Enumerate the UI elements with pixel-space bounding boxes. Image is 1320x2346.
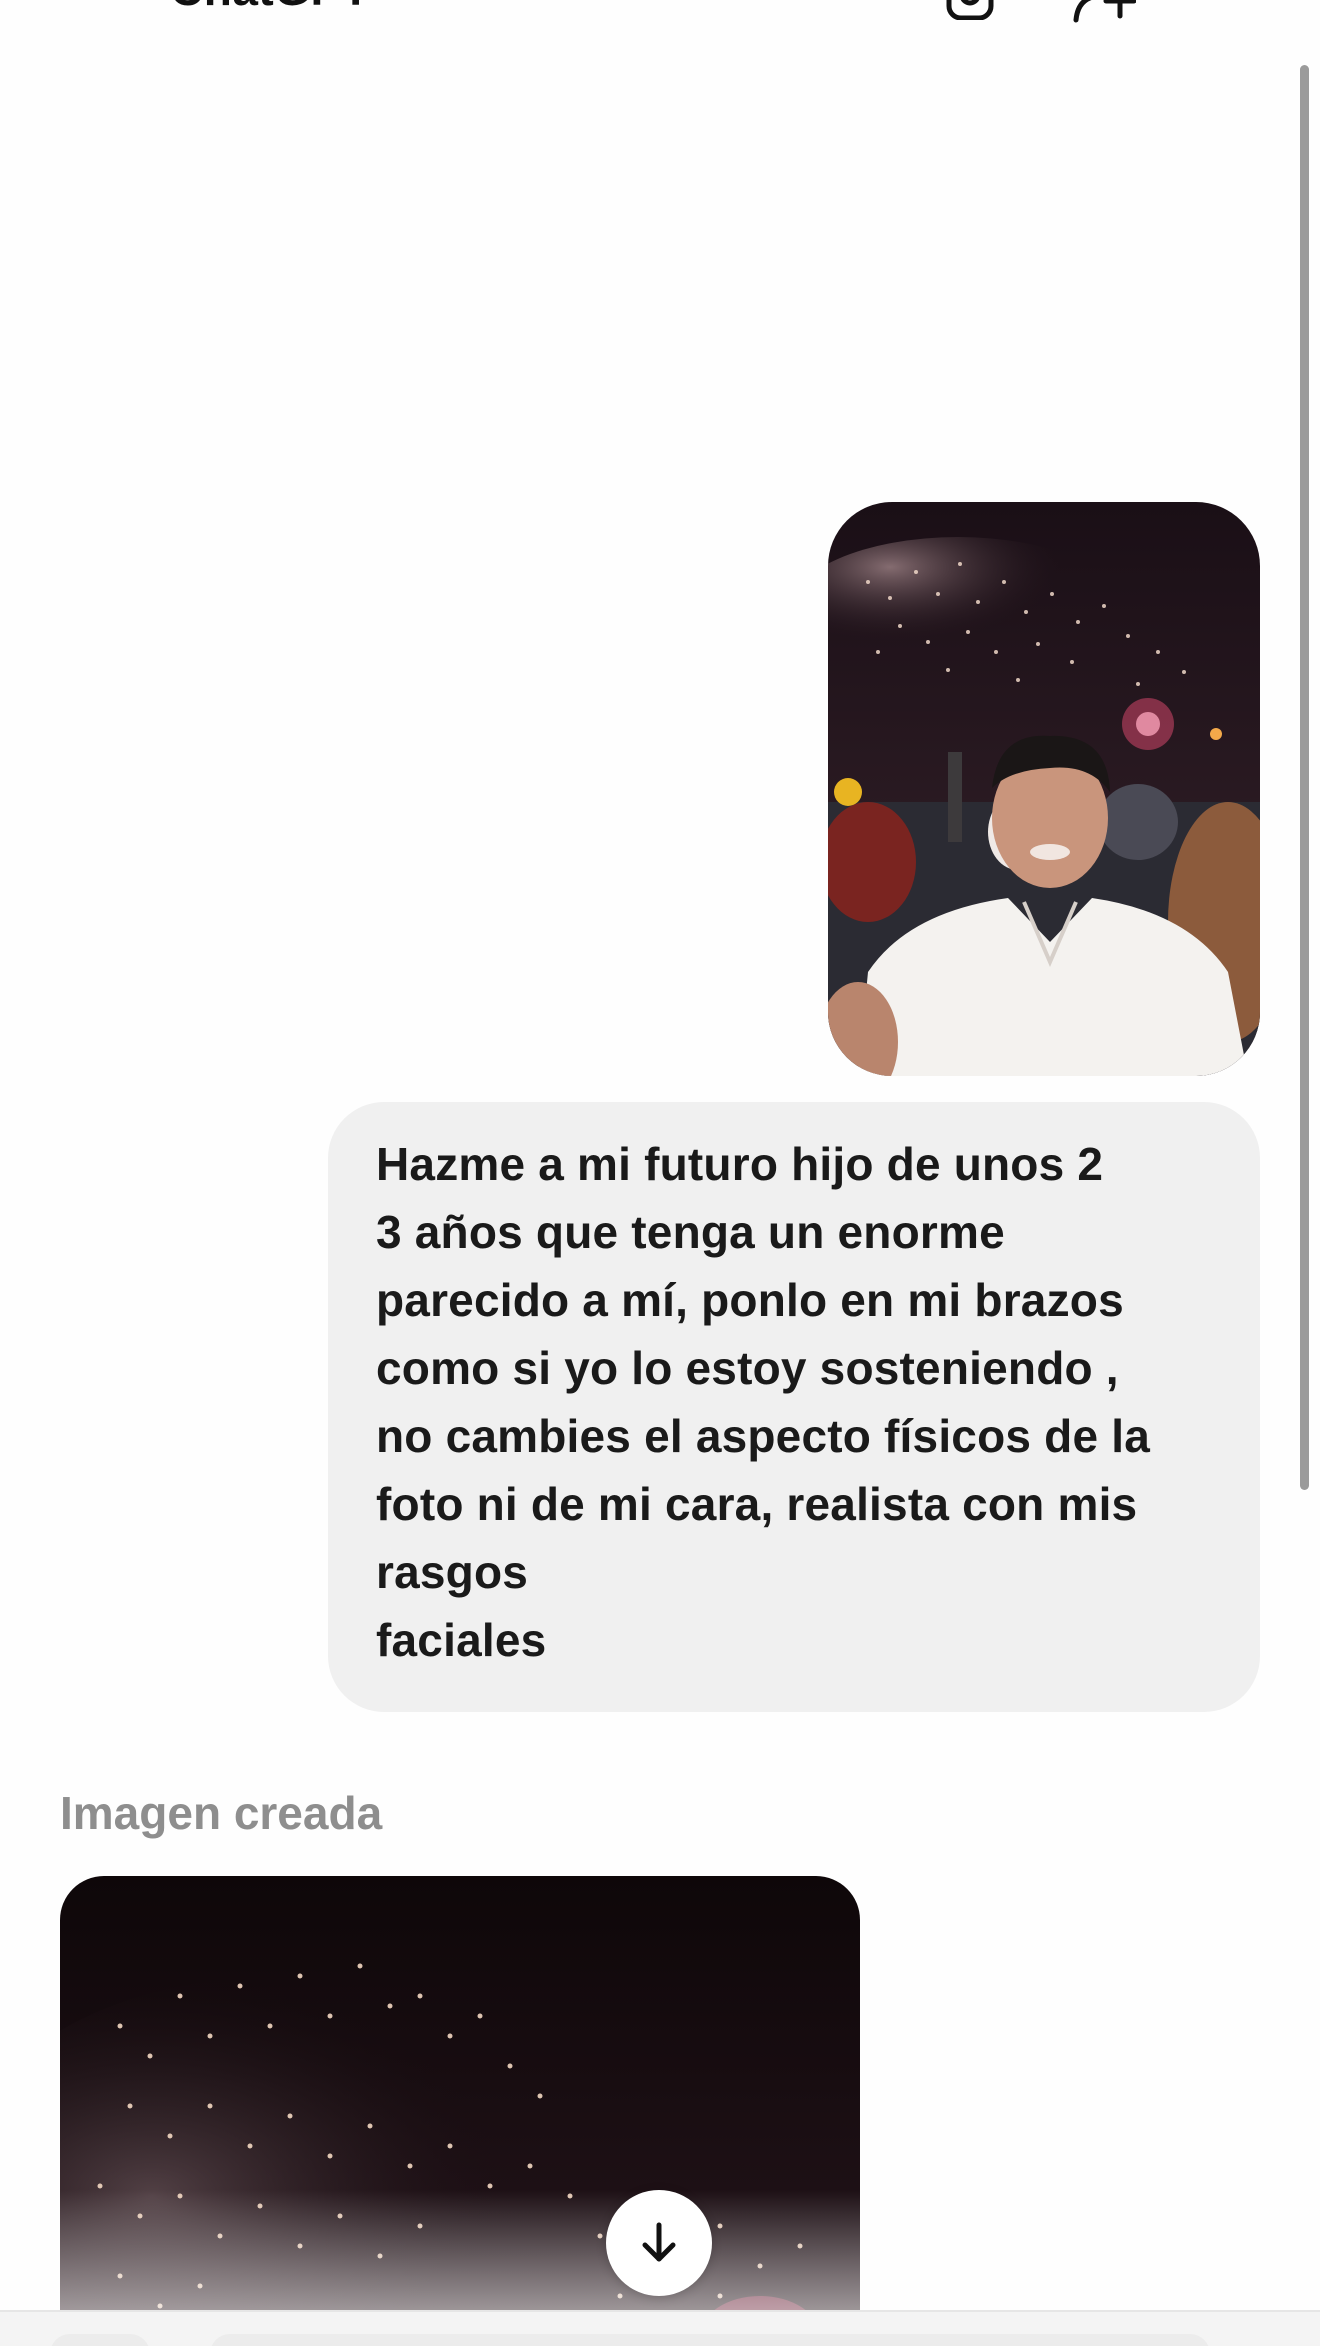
scroll-down-button[interactable] — [606, 2190, 712, 2296]
message-line: rasgos — [376, 1546, 529, 1598]
composer-plus-button[interactable] — [50, 2334, 150, 2346]
message-line: parecido a mí, ponlo en mi brazos — [376, 1274, 1124, 1326]
composer-input[interactable] — [210, 2334, 1210, 2346]
page-title[interactable]: ChatGPT — [170, 0, 370, 16]
message-line: como si yo lo estoy sosteniendo , — [376, 1342, 1119, 1394]
user-message-bubble[interactable]: Hazme a mi futuro hijo de unos 2 3 años … — [328, 1102, 1260, 1712]
message-line: faciales — [376, 1614, 547, 1666]
message-line: 3 años que tenga un enorme — [376, 1206, 1005, 1258]
top-bar: ChatGPT — [0, 0, 1320, 60]
message-line: Hazme a mi futuro hijo de unos 2 — [376, 1138, 1104, 1190]
scrollbar[interactable] — [1300, 65, 1309, 1490]
arrow-down-icon — [642, 2222, 676, 2262]
created-image-label: Imagen creada — [60, 1787, 383, 1839]
message-line: foto ni de mi cara, realista con mis — [376, 1478, 1138, 1530]
user-uploaded-photo[interactable] — [828, 502, 1260, 1076]
chat-screen: ChatGPT — [0, 0, 1320, 2346]
temporary-chat-icon[interactable] — [945, 0, 995, 20]
message-line: no cambies el aspecto físicos de la — [376, 1410, 1150, 1462]
generated-image[interactable] — [60, 1876, 860, 2346]
add-person-icon[interactable] — [1072, 0, 1136, 26]
hamburger-menu-icon[interactable] — [52, 0, 92, 6]
